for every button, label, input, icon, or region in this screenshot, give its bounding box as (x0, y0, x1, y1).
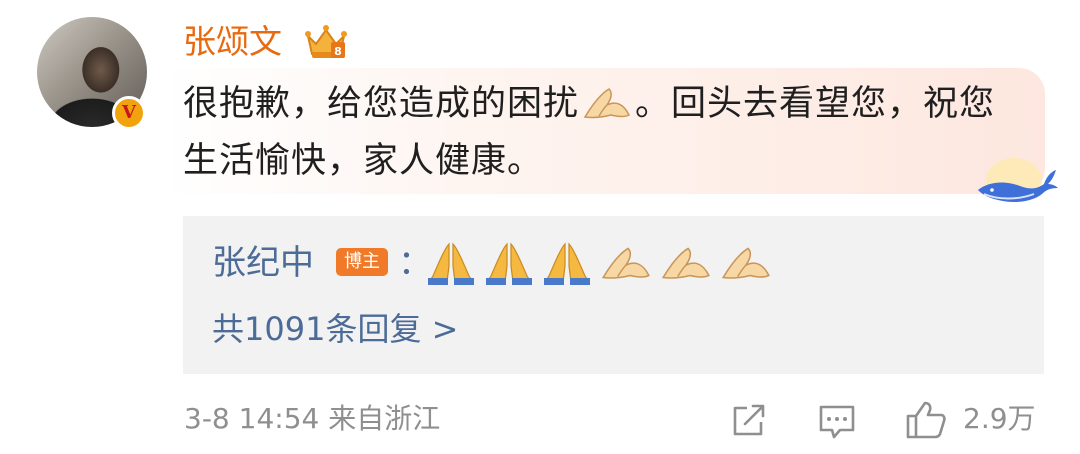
reply-emoji-row (425, 236, 773, 290)
folded-hands-icon (427, 242, 475, 285)
folded-hands-light-icon (661, 247, 710, 279)
comment-text-part1: 很抱歉，给您造成的困扰 (183, 84, 580, 124)
folded-hands-light-icon (583, 88, 631, 119)
view-replies-link[interactable]: 共1091条回复 > (212, 306, 458, 352)
author-tag-badge: 博主 (336, 248, 388, 276)
like-count: 2.9万 (963, 402, 1036, 435)
comment-location: 来自浙江 (328, 402, 441, 435)
comment-time: 3-8 14:54 (184, 402, 320, 435)
comment-text: 很抱歉，给您造成的困扰 。回头去看望您，祝您生活愉快，家人健康。 (183, 76, 1003, 190)
folded-hands-light-icon (721, 247, 770, 279)
crown-level-icon: 8 (305, 25, 347, 58)
thumbs-up-icon[interactable] (905, 400, 947, 440)
folded-hands-icon (485, 242, 533, 285)
folded-hands-light-icon (601, 247, 650, 279)
svg-text:8: 8 (334, 45, 342, 58)
whale-icon (978, 158, 1058, 202)
comment-icon[interactable] (818, 404, 856, 440)
verified-badge-letter: V (122, 102, 136, 123)
verified-badge: V (112, 96, 146, 130)
comment-username[interactable]: 张颂文 (183, 20, 282, 64)
comment-meta: 3-8 14:54 来自浙江 (184, 396, 440, 442)
reply-author-name[interactable]: 张纪中 (212, 240, 314, 286)
share-icon[interactable] (731, 404, 767, 438)
folded-hands-icon (543, 242, 591, 285)
